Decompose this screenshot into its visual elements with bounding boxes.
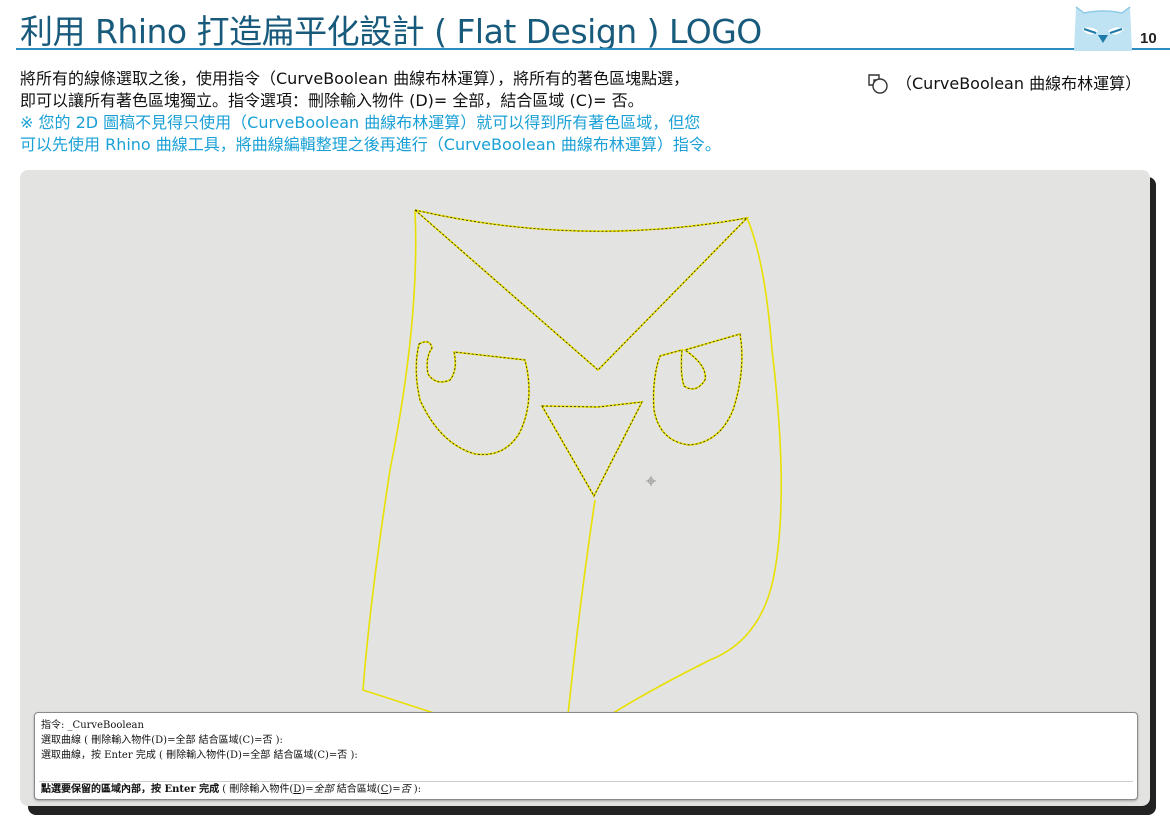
note-line: 可以先使用 Rhino 曲線工具，將曲線編輯整理之後再進行（CurveBoole… [20,135,721,154]
prompt-text: ( 刪除輸入物件( [219,784,294,795]
prompt-instruction: 點選要保留的區域內部，按 Enter 完成 [41,784,220,795]
command-history-line: 選取曲線 ( 刪除輸入物件(D)=全部 結合區域(C)=否 ): [41,735,283,746]
command-history-line: 指令: _CurveBoolean [41,720,144,731]
prompt-text: )= [301,784,314,795]
owl-body-curve [567,499,596,716]
description-line: 將所有的線條選取之後，使用指令（CurveBoolean 曲線布林運算），將所有… [20,69,690,88]
command-history-panel[interactable]: 指令: _CurveBoolean 選取曲線 ( 刪除輸入物件(D)=全部 結合… [34,712,1138,800]
command-history-line: 選取曲線，按 Enter 完成 ( 刪除輸入物件(D)=全部 結合區域(C)=否… [41,750,358,761]
owl-body-curve [362,209,441,716]
curve-boolean-icon [868,74,888,94]
prompt-text: ): [410,784,422,795]
page-title: 利用 Rhino 打造扁平化設計 ( Flat Design ) LOGO [20,12,762,51]
prompt-text: 結合區域( [333,784,381,795]
option-combine-regions-value[interactable]: 否 [401,784,411,795]
command-prompt[interactable]: 點選要保留的區域內部，按 Enter 完成 ( 刪除輸入物件(D)=全部 結合區… [41,782,421,797]
owl-curves-drawing[interactable] [20,170,1150,806]
prompt-text: )= [388,784,401,795]
description-line: 即可以讓所有著色區塊獨立。指令選項：刪除輸入物件 (D)= 全部，結合區域 (C… [20,91,644,110]
cursor-crosshair-icon [646,476,656,486]
command-reference-label: （CurveBoolean 曲線布林運算） [896,74,1142,93]
page-number: 10 [1140,30,1157,47]
owl-logo-icon [1074,6,1132,51]
owl-beak [540,400,644,498]
command-reference: （CurveBoolean 曲線布林運算） [866,72,1141,96]
title-divider [16,48,1170,50]
owl-body-curve [609,217,783,716]
option-delete-input-value[interactable]: 全部 [314,784,334,795]
rhino-viewport[interactable] [20,170,1150,806]
description-block: 將所有的線條選取之後，使用指令（CurveBoolean 曲線布林運算），將所有… [20,68,860,156]
owl-right-eye [652,332,743,446]
note-line: ※ 您的 2D 圖稿不見得只使用（CurveBoolean 曲線布林運算）就可以… [20,113,701,132]
